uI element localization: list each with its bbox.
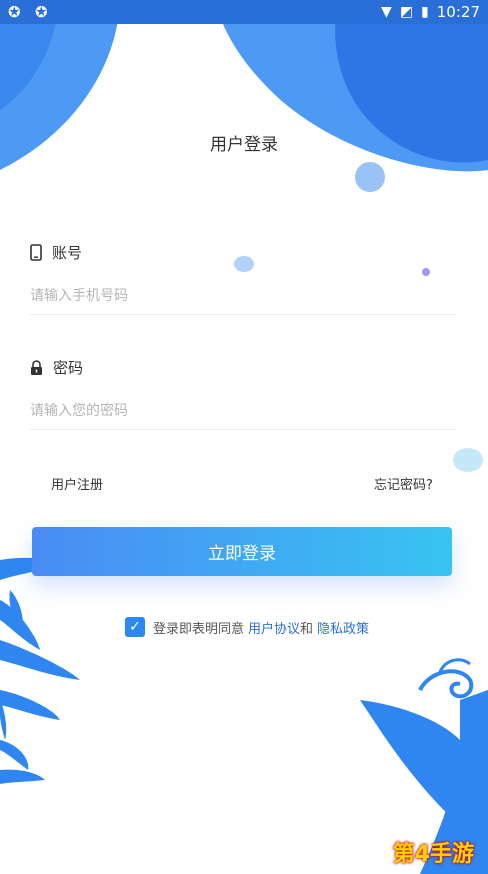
page-title: 用户登录 xyxy=(210,135,278,155)
privacy-policy-link[interactable]: 隐私政策 xyxy=(317,618,369,637)
password-input[interactable] xyxy=(30,393,456,430)
agreement-and: 和 xyxy=(300,621,314,637)
phone-icon xyxy=(30,244,42,261)
password-label-text: 密码 xyxy=(53,359,84,377)
account-label: 账号 xyxy=(30,242,82,263)
phone-number-input[interactable] xyxy=(30,278,456,315)
lock-icon xyxy=(31,359,42,375)
account-label-text: 账号 xyxy=(52,244,83,262)
agreement-prefix: 登录即表明同意 xyxy=(153,621,245,637)
agreement-checkbox[interactable]: ✓ xyxy=(125,617,145,637)
wifi-icon: ▼ xyxy=(381,4,392,20)
no-signal-icon: ◩ xyxy=(399,4,414,20)
status-time: 10:27 xyxy=(436,3,480,21)
watermark: 第4手游 xyxy=(392,842,474,867)
register-link[interactable]: 用户注册 xyxy=(51,474,103,493)
password-label: 密码 xyxy=(30,357,83,378)
battery-icon: ▮ xyxy=(421,4,429,20)
app-notification-icon: ✪ xyxy=(35,3,48,21)
app-notification-icon: ✪ xyxy=(8,3,21,21)
check-icon: ✓ xyxy=(129,619,141,635)
login-button[interactable]: 立即登录 xyxy=(32,527,452,576)
forgot-password-link[interactable]: 忘记密码? xyxy=(374,474,433,493)
agreement-row: ✓ 登录即表明同意 用户协议 和 隐私政策 xyxy=(125,617,369,637)
status-bar: ✪ ✪ ▼ ◩ ▮ 10:27 xyxy=(0,0,488,24)
user-agreement-link[interactable]: 用户协议 xyxy=(248,618,300,637)
